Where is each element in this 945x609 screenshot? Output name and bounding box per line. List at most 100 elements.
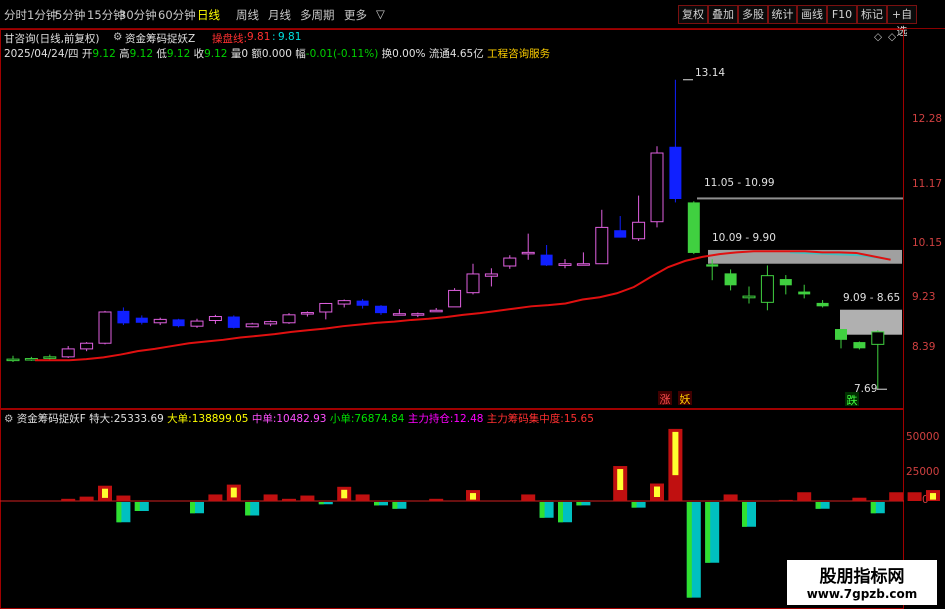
outflow-edge xyxy=(539,502,545,518)
candle-body xyxy=(6,358,20,362)
candle-body xyxy=(61,348,75,358)
candle-body xyxy=(521,251,535,255)
candle-body xyxy=(208,316,222,322)
inflow-bar xyxy=(208,494,223,501)
high-price-mark: 13.14 xyxy=(695,67,726,79)
inflow-bar xyxy=(282,498,296,501)
zone2-label: 10.09 - 9.90 xyxy=(712,232,776,244)
candle-body xyxy=(356,300,369,306)
inflow-bar xyxy=(723,494,738,501)
watermark-title: 股朋指标网 xyxy=(819,567,905,587)
candle-body xyxy=(669,146,682,199)
candle-body xyxy=(429,309,443,313)
outflow-edge xyxy=(686,502,692,598)
candle-body xyxy=(760,275,774,303)
inflow-bar xyxy=(797,492,812,501)
outflow-edge xyxy=(318,502,324,505)
watermark-logo: 股朋指标网 www.7gpzb.com xyxy=(787,560,937,605)
candle-body xyxy=(319,302,333,313)
candle-body xyxy=(190,320,204,327)
inflow-bar xyxy=(300,495,315,501)
inflow-core xyxy=(470,493,476,500)
candle-body xyxy=(282,314,296,324)
zone3-label: 9.09 - 8.65 xyxy=(843,292,901,304)
candle-body xyxy=(706,264,719,267)
candle-body xyxy=(687,202,700,253)
candle-body xyxy=(853,342,866,349)
yao-marker: 妖 xyxy=(678,391,692,406)
chart-canvas[interactable] xyxy=(0,0,945,609)
candle-body xyxy=(245,323,259,328)
inflow-bar xyxy=(116,495,131,501)
inflow-core xyxy=(102,488,108,498)
candle-body xyxy=(835,329,847,340)
zone1-label: 11.05 - 10.99 xyxy=(704,177,775,189)
inflow-bar xyxy=(778,499,793,501)
outflow-edge xyxy=(392,502,398,509)
inflow-bar xyxy=(79,496,94,501)
candle-body xyxy=(300,312,314,315)
candle-body xyxy=(632,221,646,240)
candle-body xyxy=(80,342,94,350)
outflow-edge xyxy=(558,502,563,523)
inflow-bar xyxy=(521,494,536,501)
resistance-line xyxy=(697,197,903,200)
outflow-edge xyxy=(576,502,582,506)
candle-body xyxy=(540,254,553,266)
inflow-core xyxy=(230,487,237,498)
watermark-url: www.7gpzb.com xyxy=(806,587,918,601)
candle-body xyxy=(172,319,185,327)
inflow-core xyxy=(672,431,679,476)
candle-body xyxy=(724,273,737,286)
candle-body xyxy=(98,311,112,344)
outflow-edge xyxy=(815,502,821,509)
candle-body xyxy=(650,152,664,223)
candle-body xyxy=(153,318,167,324)
candle-body xyxy=(117,310,130,324)
candle-body xyxy=(816,302,829,307)
ma-line xyxy=(35,250,891,362)
candle-body xyxy=(375,305,387,314)
inflow-bar xyxy=(429,498,444,501)
outflow-edge xyxy=(374,502,379,506)
outflow-edge xyxy=(742,502,747,527)
outflow-edge xyxy=(134,502,140,511)
candle-body xyxy=(484,273,498,277)
candle-body xyxy=(135,317,148,323)
outflow-edge xyxy=(245,502,251,516)
inflow-bar xyxy=(263,494,278,501)
outflow-edge xyxy=(705,502,711,563)
candle-body xyxy=(798,291,811,295)
candle-body xyxy=(742,295,756,299)
inflow-bar xyxy=(61,498,76,501)
inflow-core xyxy=(930,493,936,500)
candle-body xyxy=(576,263,590,266)
candle-body xyxy=(392,313,406,316)
candle-body xyxy=(337,300,351,305)
candle-body xyxy=(227,316,240,328)
inflow-bar xyxy=(889,492,904,501)
inflow-bar xyxy=(852,497,867,501)
inflow-bar xyxy=(355,494,370,501)
outflow-edge xyxy=(870,502,876,514)
inflow-core xyxy=(617,469,624,491)
inflow-core xyxy=(341,489,348,499)
die-marker: 跌 xyxy=(845,392,859,407)
candle-body xyxy=(779,279,792,286)
candle-body xyxy=(595,226,609,265)
candle-body xyxy=(448,289,462,308)
outflow-edge xyxy=(631,502,637,508)
candle-body xyxy=(264,321,278,325)
outflow-edge xyxy=(116,502,122,523)
candle-body xyxy=(871,331,885,345)
candle-body xyxy=(466,273,480,294)
candle-body xyxy=(43,356,57,359)
candle-body xyxy=(411,313,425,316)
zhang-marker: 涨 xyxy=(658,391,672,406)
candle-body xyxy=(614,230,627,238)
inflow-bar xyxy=(907,492,922,501)
outflow-edge xyxy=(190,502,195,514)
inflow-core xyxy=(654,486,660,498)
zone-box xyxy=(840,309,902,335)
candle-body xyxy=(558,263,572,266)
